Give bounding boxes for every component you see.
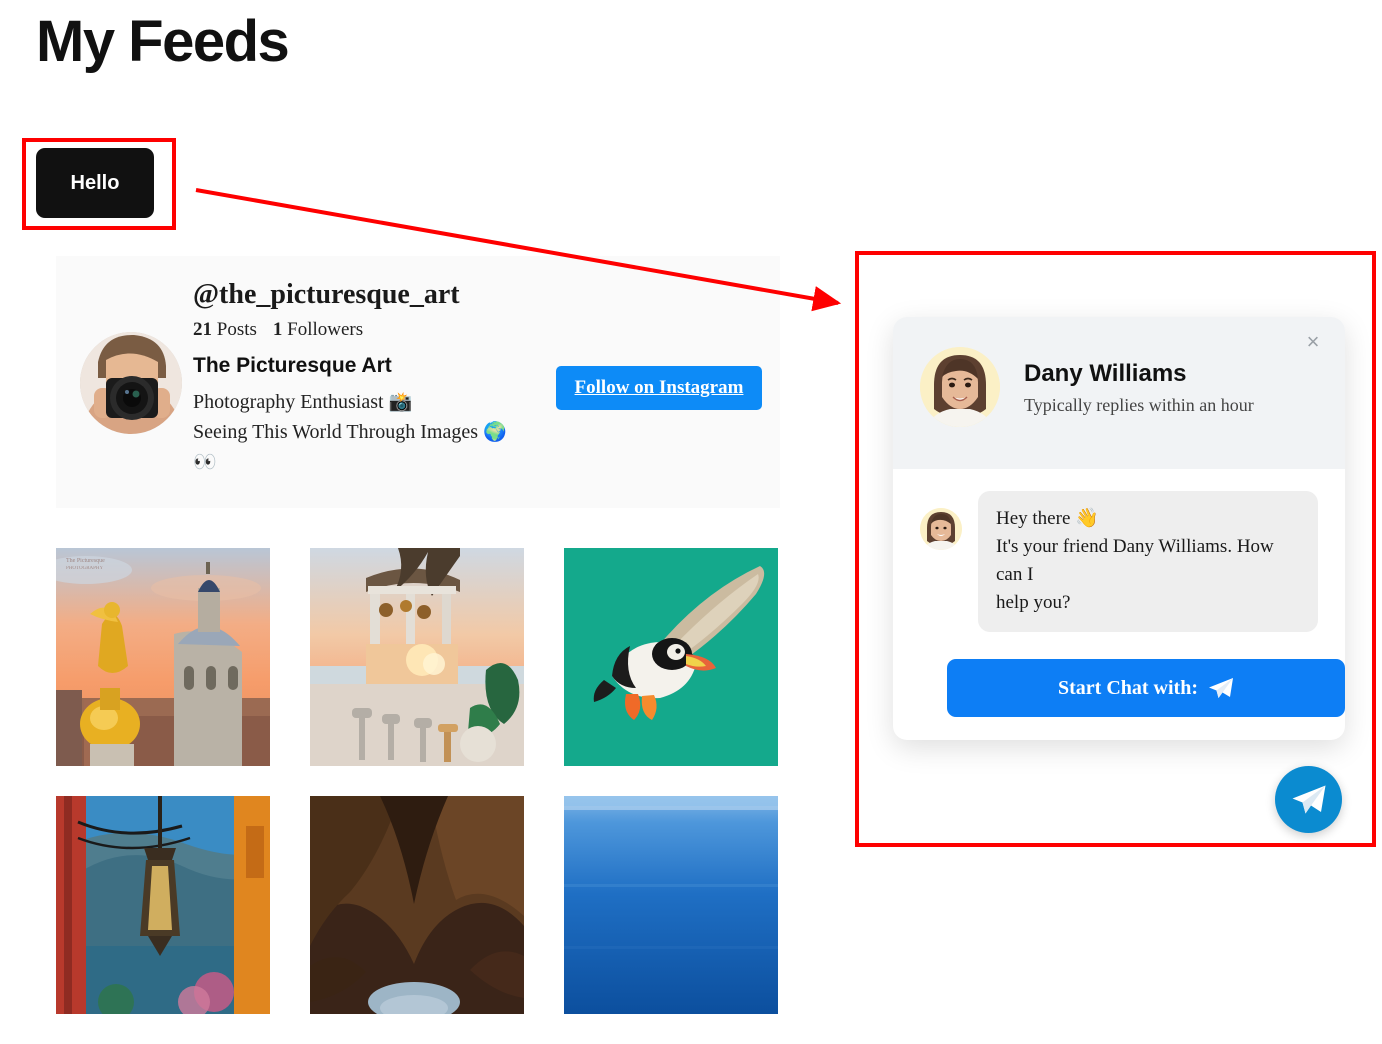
telegram-launcher-button[interactable] [1275, 766, 1342, 833]
photo-grid-row: The Picturesque PHOTOGRAPHY [56, 548, 780, 766]
photo-tile-beach-bar-sunset[interactable] [310, 548, 524, 766]
camera-flash-emoji-icon: 📸 [389, 391, 413, 413]
message-avatar [920, 508, 962, 550]
photo-grid-row [56, 796, 780, 1014]
chat-widget-body: Hey there 👋 It's your friend Dany Willia… [893, 469, 1345, 717]
page-title: My Feeds [36, 8, 288, 75]
profile-stats: 21 Posts 1 Followers [193, 318, 753, 342]
start-chat-label: Start Chat with: [1058, 677, 1198, 700]
chat-bubble-line-1: Hey there 👋 [996, 504, 1300, 533]
svg-text:The Picturesque: The Picturesque [66, 558, 105, 564]
start-chat-button[interactable]: Start Chat with: [947, 659, 1345, 717]
bio-line-2: Seeing This World Through Images 🌍 [193, 417, 753, 447]
agent-avatar [920, 347, 1000, 427]
globe-emoji-icon: 🌍 [483, 421, 507, 443]
follow-on-instagram-label: Follow on Instagram [575, 377, 744, 399]
waving-hand-emoji-icon: 👋 [1075, 507, 1099, 529]
agent-info: Dany Williams Typically replies within a… [1024, 347, 1254, 416]
agent-name: Dany Williams [1024, 360, 1254, 388]
hello-button[interactable]: Hello [36, 148, 154, 218]
chat-widget: Dany Williams Typically replies within a… [893, 317, 1345, 740]
telegram-paper-plane-icon [1291, 784, 1327, 815]
photo-grid: The Picturesque PHOTOGRAPHY [56, 548, 780, 1044]
posts-count: 21 [193, 319, 212, 340]
chat-bubble-line-3: help you? [996, 589, 1300, 617]
posts-label: Posts [217, 319, 257, 340]
photo-tile-street-lantern-village[interactable] [56, 796, 270, 1014]
photo-tile-puffin-in-flight[interactable] [564, 548, 778, 766]
photo-tile-rocky-cave[interactable] [310, 796, 524, 1014]
bio-line-2-text: Seeing This World Through Images [193, 421, 478, 443]
photo-tile-blue-ocean-horizon[interactable] [564, 796, 778, 1014]
chat-widget-header: Dany Williams Typically replies within a… [893, 317, 1345, 469]
svg-text:PHOTOGRAPHY: PHOTOGRAPHY [66, 566, 104, 571]
eyes-emoji-icon: 👀 [193, 451, 217, 473]
chat-message: Hey there 👋 It's your friend Dany Willia… [920, 491, 1318, 632]
chat-bubble-line-1-text: Hey there [996, 508, 1070, 529]
close-icon[interactable]: × [1299, 328, 1327, 356]
telegram-paper-plane-icon [1208, 677, 1234, 699]
chat-bubble-line-2: It's your friend Dany Williams. How can … [996, 533, 1300, 589]
profile-avatar [80, 332, 182, 434]
bio-line-3: 👀 [193, 447, 753, 477]
profile-handle: @the_picturesque_art [193, 278, 753, 312]
chat-bubble: Hey there 👋 It's your friend Dany Willia… [978, 491, 1318, 632]
bio-line-1-text: Photography Enthusiast [193, 391, 384, 413]
followers-count: 1 [273, 319, 283, 340]
follow-on-instagram-button[interactable]: Follow on Instagram [556, 366, 762, 410]
agent-status: Typically replies within an hour [1024, 394, 1254, 416]
instagram-profile-card: @the_picturesque_art 21 Posts 1 Followers… [56, 256, 780, 508]
followers-label: Followers [287, 319, 363, 340]
photo-tile-dresden-frauenkirche[interactable]: The Picturesque PHOTOGRAPHY [56, 548, 270, 766]
